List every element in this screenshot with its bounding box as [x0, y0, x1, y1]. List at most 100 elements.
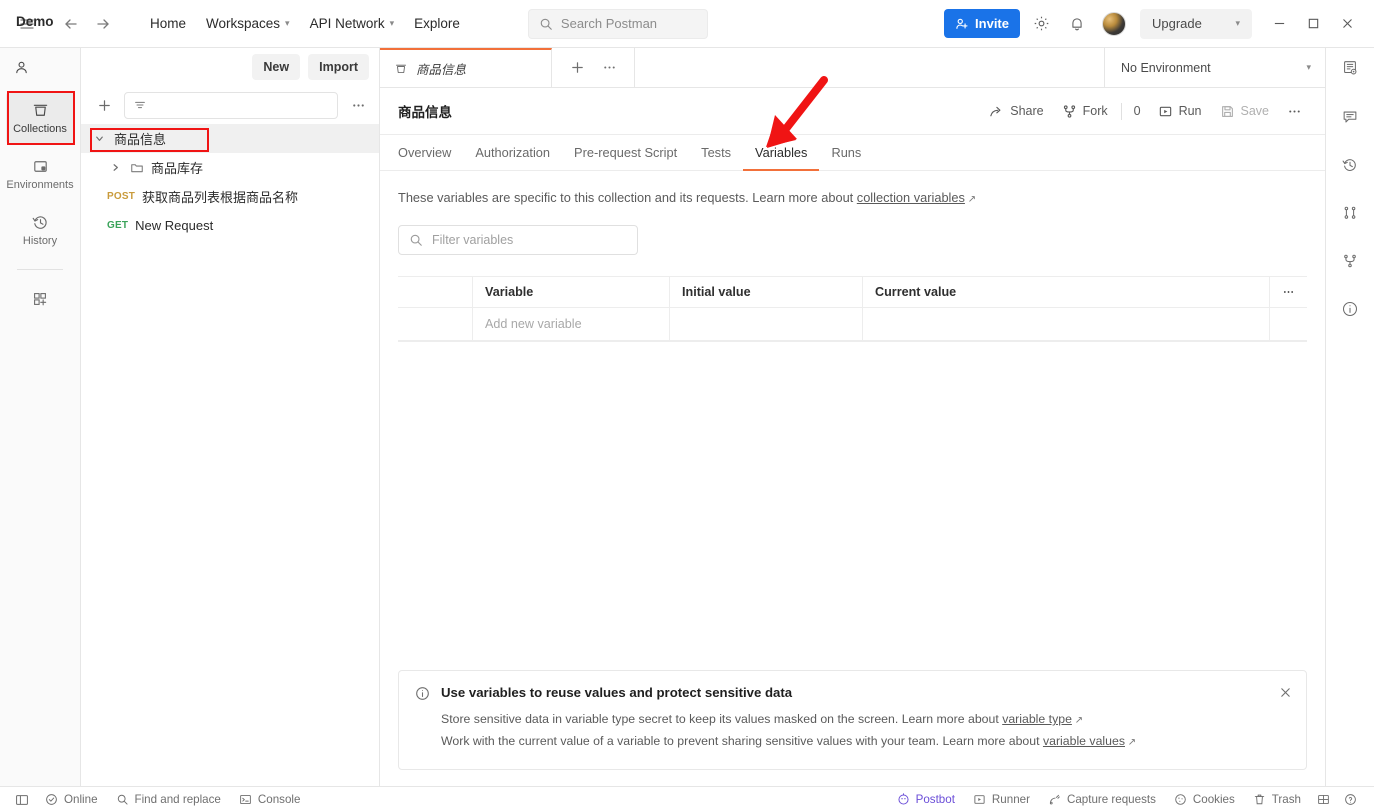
search-placeholder: Search Postman	[560, 16, 658, 31]
runner-button[interactable]: Runner	[964, 790, 1039, 809]
tab-runs-label: Runs	[831, 145, 862, 160]
import-button[interactable]: Import	[308, 54, 369, 80]
upgrade-label: Upgrade	[1152, 16, 1202, 31]
cookies-button[interactable]: Cookies	[1165, 790, 1244, 809]
sidebar-item-history[interactable]: History	[6, 204, 75, 256]
workspace-header[interactable]	[0, 48, 81, 86]
status-online-label: Online	[64, 793, 98, 806]
tree-row-collection[interactable]: 商品信息	[81, 124, 379, 153]
search-input[interactable]: Search Postman	[527, 8, 708, 39]
external-link-icon: ↗	[1124, 737, 1137, 748]
td-variable[interactable]: Add new variable	[473, 308, 670, 340]
tab-variables[interactable]: Variables	[743, 135, 820, 171]
info-icon	[415, 685, 430, 753]
documentation-icon[interactable]	[1335, 53, 1365, 83]
run-label: Run	[1178, 104, 1202, 118]
panel-spacer	[398, 342, 1307, 670]
collections-sidebar: Demo New Import 商品信息 商品库存 POST 获取商品列表根据商…	[16, 14, 380, 786]
status-online[interactable]: Online	[36, 790, 107, 809]
variable-values-link[interactable]: variable values	[1043, 734, 1125, 748]
td-checkbox[interactable]	[398, 308, 473, 340]
collection-variables-link[interactable]: collection variables	[857, 190, 965, 205]
trash-button[interactable]: Trash	[1244, 790, 1310, 809]
plus-icon[interactable]	[93, 94, 115, 116]
upgrade-button[interactable]: Upgrade ▾	[1140, 8, 1252, 39]
activity-history-icon[interactable]	[1335, 150, 1365, 180]
tab-pre-request-script[interactable]: Pre-request Script	[562, 135, 689, 170]
console-button[interactable]: Console	[230, 790, 310, 809]
run-button[interactable]: Run	[1149, 99, 1211, 124]
layout-icon[interactable]	[1310, 790, 1337, 809]
sidebar-toggle-icon[interactable]	[8, 790, 36, 810]
variables-table: Variable Initial value Current value Add…	[398, 276, 1307, 342]
filter-variables-input[interactable]: Filter variables	[398, 225, 638, 255]
th-checkbox	[398, 277, 473, 307]
sidebar-more-icon[interactable]	[347, 94, 369, 116]
tab-more-icon[interactable]	[596, 55, 622, 81]
minimize-icon[interactable]	[1262, 9, 1296, 39]
info-circle-icon[interactable]	[1335, 294, 1365, 324]
find-and-replace-label: Find and replace	[134, 793, 221, 806]
close-icon[interactable]	[1330, 9, 1364, 39]
capture-icon	[1049, 794, 1060, 805]
banner-line-1-text: Store sensitive data in variable type se…	[441, 712, 1003, 726]
cookies-label: Cookies	[1192, 793, 1235, 806]
tab-overview[interactable]: Overview	[398, 135, 463, 170]
find-and-replace-button[interactable]: Find and replace	[107, 790, 230, 809]
invite-button[interactable]: Invite	[944, 9, 1020, 38]
user-plus-icon	[956, 18, 968, 29]
td-current-value[interactable]	[863, 308, 1270, 340]
td-initial-value[interactable]	[670, 308, 863, 340]
tree-row-request-post[interactable]: POST 获取商品列表根据商品名称	[81, 182, 379, 211]
tabbar-fill	[635, 48, 1104, 87]
avatar[interactable]	[1102, 11, 1126, 36]
chevron-down-icon[interactable]	[91, 133, 107, 144]
help-icon[interactable]	[1337, 790, 1364, 809]
bell-icon[interactable]	[1062, 9, 1092, 39]
forks-icon[interactable]	[1335, 246, 1365, 276]
tab-runs[interactable]: Runs	[819, 135, 873, 170]
sidebar-item-collections[interactable]: Collections	[5, 92, 75, 144]
sidebar-item-environments[interactable]: Environments	[6, 148, 75, 200]
pull-requests-icon[interactable]	[1335, 198, 1365, 228]
arrow-right-icon[interactable]	[88, 9, 118, 39]
tab-collection[interactable]: 商品信息	[380, 48, 552, 87]
folder-icon	[130, 161, 144, 175]
nav-explore[interactable]: Explore	[404, 10, 470, 37]
banner-close-icon[interactable]	[1276, 683, 1294, 701]
sidebar-filter-input[interactable]	[124, 91, 338, 119]
table-menu-icon[interactable]	[1270, 277, 1307, 307]
arrow-left-icon[interactable]	[56, 9, 86, 39]
chevron-right-icon[interactable]	[107, 162, 123, 173]
status-bar: Online Find and replace Console Postbot …	[0, 786, 1374, 812]
table-row[interactable]: Add new variable	[398, 308, 1307, 341]
nav-home[interactable]: Home	[140, 10, 196, 37]
new-tab-icon[interactable]	[564, 55, 590, 81]
new-button[interactable]: New	[252, 54, 301, 80]
collection-more-icon[interactable]	[1278, 99, 1311, 124]
td-row-menu[interactable]	[1270, 308, 1307, 340]
nav-api-network[interactable]: API Network ▾	[300, 10, 405, 37]
fork-label: Fork	[1082, 104, 1108, 118]
chevron-down-icon: ▾	[1235, 18, 1240, 28]
tab-authorization[interactable]: Authorization	[463, 135, 562, 170]
postbot-button[interactable]: Postbot	[888, 790, 964, 809]
add-apps-icon[interactable]	[20, 282, 60, 316]
share-button[interactable]: Share	[980, 99, 1052, 124]
variables-description-text: These variables are specific to this col…	[398, 190, 857, 205]
left-rail: Collections Environments History	[0, 48, 81, 786]
comments-icon[interactable]	[1335, 102, 1365, 132]
gear-icon[interactable]	[1026, 9, 1056, 39]
fork-button[interactable]: Fork	[1053, 99, 1117, 124]
environment-selector[interactable]: No Environment ▾	[1104, 48, 1325, 87]
person-icon	[15, 61, 27, 73]
save-button[interactable]: Save	[1211, 99, 1279, 124]
tree-row-request-get[interactable]: GET New Request	[81, 211, 379, 240]
tree-row-folder[interactable]: 商品库存	[81, 153, 379, 182]
nav-workspaces[interactable]: Workspaces ▾	[196, 10, 300, 37]
maximize-icon[interactable]	[1296, 9, 1330, 39]
capture-requests-button[interactable]: Capture requests	[1039, 790, 1165, 809]
online-check-icon	[46, 794, 57, 805]
variable-type-link[interactable]: variable type	[1002, 712, 1072, 726]
tab-tests[interactable]: Tests	[689, 135, 743, 170]
